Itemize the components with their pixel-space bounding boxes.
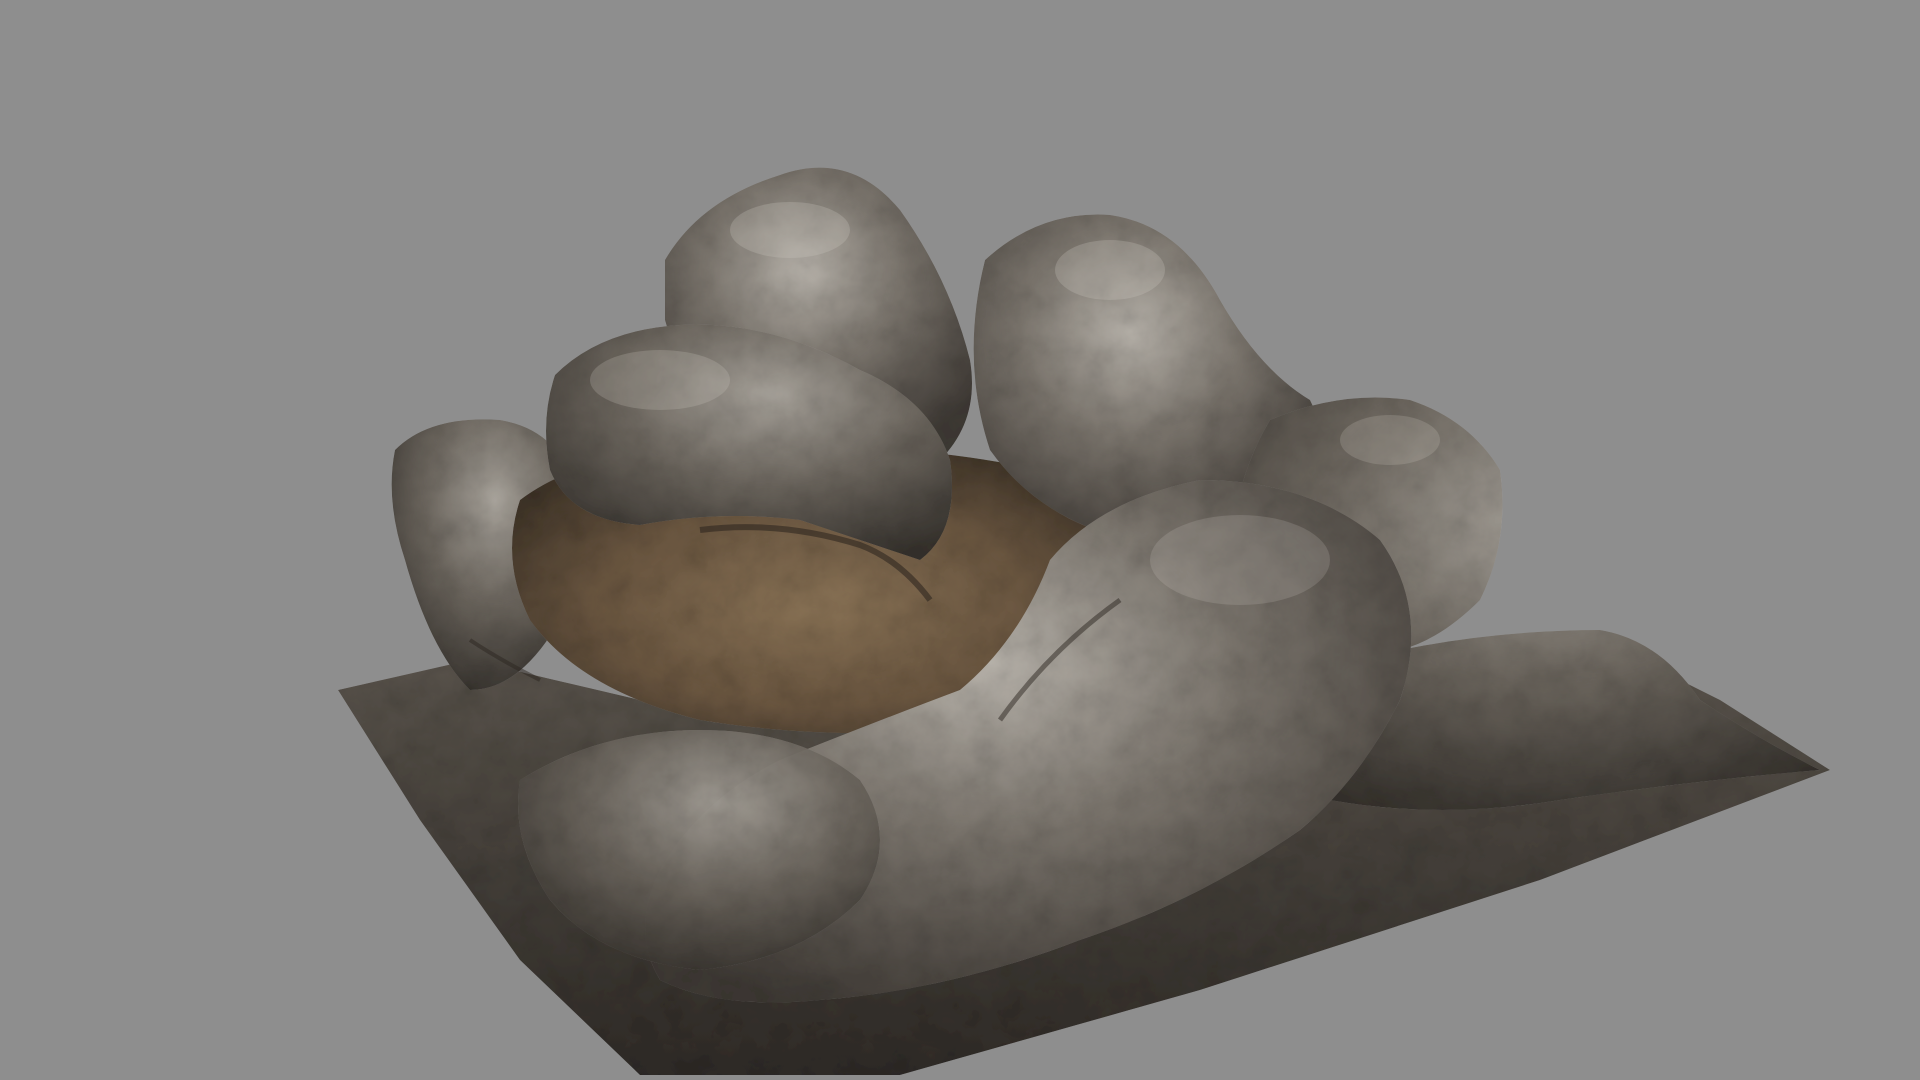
3d-viewport[interactable] [0, 0, 1920, 1080]
rock-highlight-arm [1340, 415, 1440, 465]
rock-highlight-ridge [1150, 515, 1330, 605]
rock-highlight-boulder [590, 350, 730, 410]
rock-highlight-back [730, 202, 850, 258]
rock-model-render [338, 167, 1830, 1075]
rock-highlight-right [1055, 240, 1165, 300]
